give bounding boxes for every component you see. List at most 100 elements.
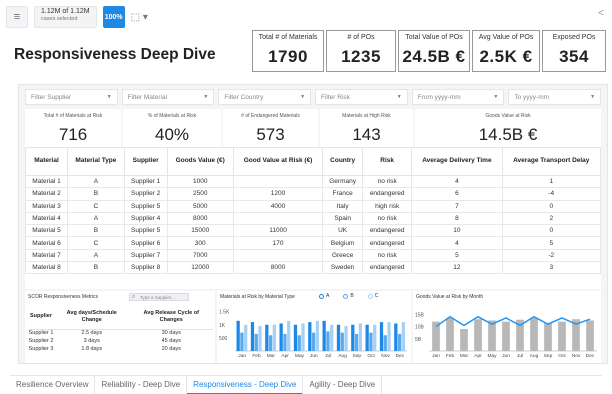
cell-material-type: B: [66, 224, 125, 238]
hamburger-icon[interactable]: ≡: [6, 6, 28, 28]
col-value-at-risk[interactable]: Good Value at Risk (€): [232, 147, 324, 176]
x-tick-label: Jul: [517, 353, 523, 359]
col-material-type[interactable]: Material Type: [66, 147, 125, 176]
table-row[interactable]: Material 7 A Supplier 7 7000 Greece no risk 5-…: [25, 248, 601, 263]
filter-material[interactable]: Filter Material ▼: [121, 89, 215, 105]
col-risk[interactable]: Risk: [362, 147, 413, 176]
filter-supplier[interactable]: Filter Supplier ▼: [25, 89, 118, 105]
bar-b-aug: [340, 332, 344, 351]
cell-release-cycle: 45 days: [161, 338, 181, 344]
bar-a-dec: [394, 323, 398, 351]
stat-value: 14.5B €: [478, 125, 538, 144]
col-avg-days[interactable]: Avg days/Schedule Change: [54, 305, 130, 330]
bar-a-jan: [236, 320, 240, 351]
x-tick-label: Sep: [353, 353, 362, 359]
tab-agility[interactable]: Agility - Deep Dive: [303, 376, 383, 394]
legend-b-label: B: [350, 293, 354, 299]
selection-count-chip[interactable]: 1.12M of 1.12M cases selected: [34, 6, 97, 28]
cell-goods-value: 12000: [166, 261, 234, 275]
bar-b-may: [297, 335, 301, 351]
table-header-row: Material Material Type Supplier Goods Va…: [25, 147, 601, 176]
tab-reliability[interactable]: Reliability - Deep Dive: [95, 376, 188, 394]
bar-b-apr: [283, 333, 287, 351]
cell-country: Greece: [322, 248, 364, 263]
cell-value-at-risk: [232, 174, 324, 189]
bar-c-sep: [358, 323, 362, 351]
cell-material: Material 6: [25, 236, 68, 250]
table-row[interactable]: Material 6 C Supplier 6 300 170 Belgium endang…: [25, 236, 601, 250]
tab-resilience-overview[interactable]: Resilience Overview: [10, 376, 96, 394]
cell-delivery-time: 12: [411, 261, 503, 275]
table-row[interactable]: Material 8 B Supplier 8 12000 8000 Sweden enda…: [25, 261, 601, 275]
table-row[interactable]: Material 1 A Supplier 1 1000 Germany no risk 4…: [25, 174, 601, 189]
col-transport-delay[interactable]: Average Transport Delay: [501, 147, 601, 176]
table-row[interactable]: Material 5 B Supplier 5 15000 11000 UK endange…: [25, 224, 601, 238]
kpi-value: 1235: [341, 47, 381, 66]
table-row[interactable]: Supplier 2 3 days 45 days: [28, 337, 213, 345]
chart-title: Goods Value at Risk by Month: [416, 294, 484, 300]
col-supplier[interactable]: Supplier: [123, 147, 168, 176]
chevron-down-icon: ▼: [203, 94, 209, 100]
cell-material-type: A: [66, 211, 125, 226]
x-tick-label: Oct: [367, 353, 375, 359]
bar-dec: [586, 320, 594, 351]
legend-a-label: A: [326, 293, 330, 299]
table-row[interactable]: Material 4 A Supplier 4 8000 Spain no risk 8 2: [25, 211, 601, 226]
x-tick-label: Mar: [267, 353, 276, 359]
lasso-select-icon[interactable]: ⬚ ▾: [131, 12, 148, 23]
stat-label: Materials at High Risk: [342, 113, 391, 119]
cell-transport-delay: 0: [501, 199, 601, 213]
table-row[interactable]: Supplier 3 1.8 days 20 days: [28, 345, 213, 353]
stat-label: Goods Value at Risk: [485, 113, 531, 119]
bar-b-jan: [240, 332, 244, 351]
col-country[interactable]: Country: [322, 147, 364, 176]
col-supplier[interactable]: Supplier: [28, 305, 55, 330]
x-tick-label: May: [295, 353, 305, 359]
selection-percent[interactable]: 100%: [102, 6, 125, 28]
cell-value-at-risk: 4000: [232, 199, 324, 213]
x-tick-label: Sep: [544, 353, 553, 359]
col-release-cycle[interactable]: Avg Release Cycle of Changes: [129, 305, 213, 330]
stat-label: # of Endangered Materials: [241, 113, 300, 119]
table-row[interactable]: Material 2 B Supplier 2 2500 1200 France endan…: [25, 187, 601, 201]
stat-label: % of Materials at Risk: [147, 113, 197, 119]
filter-to-date[interactable]: To yyyy-mm ▼: [508, 89, 602, 105]
y-tick-label: 1K: [219, 323, 226, 329]
materials-by-type-chart: 1.5K 1K 500 Jan Feb Mar Apr May Jun Jul Aug Sep Oct N…: [219, 310, 407, 359]
cell-transport-delay: -2: [501, 248, 601, 263]
cell-release-cycle: 20 days: [161, 346, 181, 352]
table-row[interactable]: Supplier 1 2.5 days 30 days: [28, 329, 213, 337]
bar-c-aug: [344, 326, 348, 351]
filter-country[interactable]: Filter Country ▼: [218, 89, 312, 105]
cell-country: Sweden: [322, 261, 364, 275]
cell-risk: no risk: [362, 174, 413, 189]
cell-supplier: Supplier 6: [123, 236, 168, 250]
cell-material: Material 8: [25, 261, 68, 275]
legend-b-swatch: [343, 293, 349, 299]
filter-risk[interactable]: Filter Risk ▼: [315, 89, 408, 105]
supplier-search-input[interactable]: ⌕ Type a Supplier...: [129, 293, 189, 301]
cell-release-cycle: 30 days: [161, 330, 181, 337]
y-tick-label: 5B: [415, 337, 422, 343]
cell-transport-delay: 5: [501, 236, 601, 250]
legend-a-swatch: [319, 293, 324, 299]
bar-b-jun: [311, 332, 316, 351]
x-tick-label: Dec: [586, 353, 595, 359]
cell-country: France: [322, 187, 364, 201]
bar-a-jun: [308, 322, 312, 351]
share-icon[interactable]: <: [598, 8, 604, 19]
bar-c-oct: [373, 324, 377, 351]
cell-risk: no risk: [362, 248, 413, 263]
tab-responsiveness[interactable]: Responsiveness - Deep Dive: [187, 376, 304, 394]
stat-value: 716: [58, 125, 88, 144]
cell-transport-delay: 2: [501, 211, 601, 226]
cell-value-at-risk: 1200: [232, 187, 324, 201]
table-row[interactable]: Material 3 C Supplier 5 5000 4000 Italy high r…: [25, 199, 601, 213]
stat-value: 573: [256, 125, 285, 144]
filter-from-date[interactable]: From yyyy-mm ▼: [411, 89, 505, 105]
cell-material: Material 4: [25, 211, 68, 226]
col-material[interactable]: Material: [25, 147, 68, 176]
bar-c-jun: [315, 320, 319, 351]
col-goods-value[interactable]: Goods Value (€): [166, 147, 234, 176]
col-delivery-time[interactable]: Average Delivery Time: [411, 147, 503, 176]
